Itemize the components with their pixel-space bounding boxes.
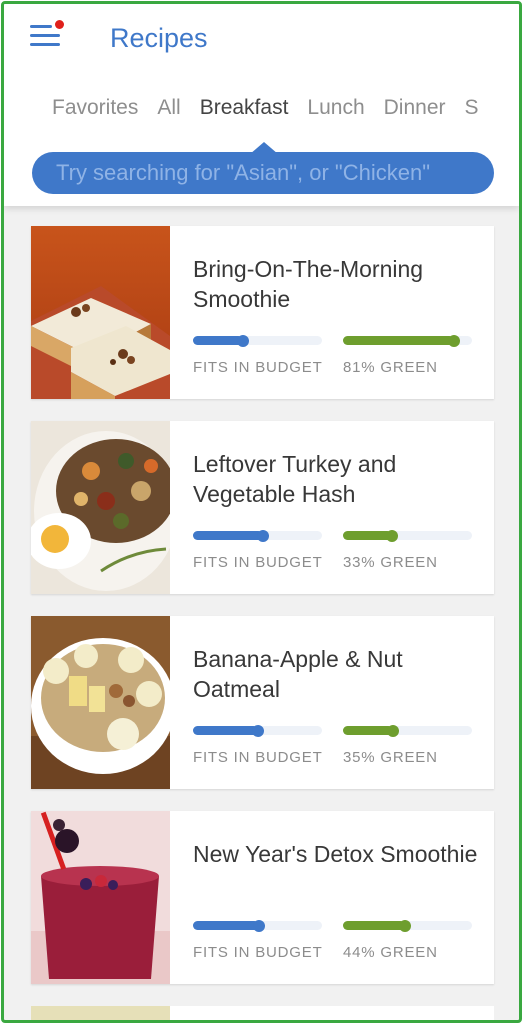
budget-meter-fill bbox=[193, 336, 244, 345]
recipe-card[interactable]: Banana-Apple & Nut Oatmeal FITS IN BUDGE… bbox=[31, 616, 494, 789]
budget-meter-fill bbox=[193, 531, 263, 540]
recipe-name: Banana-Apple & Nut Oatmeal bbox=[193, 646, 403, 702]
search-bar[interactable] bbox=[32, 152, 494, 194]
app-frame: Recipes Favorites All Breakfast Lunch Dinner… bbox=[1, 1, 522, 1023]
recipe-photo bbox=[31, 616, 170, 789]
recipe-name: Bring-On-The-Morning Smoothie bbox=[193, 256, 424, 312]
budget-meter bbox=[193, 334, 322, 347]
tab-breakfast[interactable]: Breakfast bbox=[200, 92, 289, 124]
green-meter bbox=[343, 724, 472, 737]
menu-bar bbox=[30, 34, 60, 37]
budget-label: FITS IN BUDGET bbox=[193, 944, 323, 961]
recipe-photo bbox=[31, 1006, 170, 1020]
green-meter-knob bbox=[387, 724, 400, 737]
green-label: 81% GREEN bbox=[343, 359, 438, 376]
recipe-card[interactable]: Leftover Turkey and Vegetable Hash FITS … bbox=[31, 421, 494, 594]
green-label: 35% GREEN bbox=[343, 749, 438, 766]
recipe-photo bbox=[31, 226, 170, 399]
category-tabs: Favorites All Breakfast Lunch Dinner S bbox=[52, 92, 498, 124]
tab-snacks[interactable]: S bbox=[465, 92, 479, 124]
page-title: Recipes bbox=[110, 23, 208, 53]
recipe-card[interactable]: New Year's Detox Smoothie FITS IN BUDGET… bbox=[31, 811, 494, 984]
recipe-list: Bring-On-The-Morning Smoothie FITS IN BU… bbox=[31, 226, 494, 1006]
hamburger-menu-icon[interactable] bbox=[30, 20, 64, 50]
menu-bar bbox=[30, 25, 52, 28]
green-meter-fill bbox=[343, 336, 454, 345]
green-meter-fill bbox=[343, 921, 405, 930]
tab-favorites[interactable]: Favorites bbox=[52, 92, 138, 124]
budget-label: FITS IN BUDGET bbox=[193, 554, 323, 571]
recipe-card[interactable]: Bring-On-The-Morning Smoothie FITS IN BU… bbox=[31, 226, 494, 399]
green-label: 44% GREEN bbox=[343, 944, 438, 961]
budget-label: FITS IN BUDGET bbox=[193, 359, 323, 376]
budget-meter-knob bbox=[237, 334, 250, 347]
green-meter-knob bbox=[447, 334, 460, 347]
budget-meter-knob bbox=[256, 529, 269, 542]
budget-meter bbox=[193, 919, 322, 932]
notification-dot-icon bbox=[55, 20, 64, 29]
green-meter bbox=[343, 919, 472, 932]
recipe-name: Leftover Turkey and Vegetable Hash bbox=[193, 451, 397, 507]
budget-meter-knob bbox=[251, 724, 264, 737]
green-meter-fill bbox=[343, 531, 393, 540]
recipe-name: New Year's Detox Smoothie bbox=[193, 841, 478, 867]
recipe-photo bbox=[31, 421, 170, 594]
app-header: Recipes Favorites All Breakfast Lunch Dinner… bbox=[4, 4, 519, 206]
menu-bar bbox=[30, 43, 60, 46]
recipe-card-partial[interactable] bbox=[31, 1006, 494, 1020]
tab-all[interactable]: All bbox=[157, 92, 180, 124]
green-meter-knob bbox=[398, 919, 411, 932]
tab-dinner[interactable]: Dinner bbox=[384, 92, 446, 124]
recipe-photo bbox=[31, 811, 170, 984]
budget-meter-fill bbox=[193, 726, 258, 735]
green-meter-knob bbox=[386, 529, 399, 542]
budget-meter-fill bbox=[193, 921, 259, 930]
green-meter bbox=[343, 334, 472, 347]
budget-label: FITS IN BUDGET bbox=[193, 749, 323, 766]
tab-lunch[interactable]: Lunch bbox=[307, 92, 364, 124]
budget-meter-knob bbox=[252, 919, 265, 932]
green-meter bbox=[343, 529, 472, 542]
budget-meter bbox=[193, 724, 322, 737]
budget-meter bbox=[193, 529, 322, 542]
search-input[interactable] bbox=[32, 152, 494, 194]
green-meter-fill bbox=[343, 726, 394, 735]
green-label: 33% GREEN bbox=[343, 554, 438, 571]
